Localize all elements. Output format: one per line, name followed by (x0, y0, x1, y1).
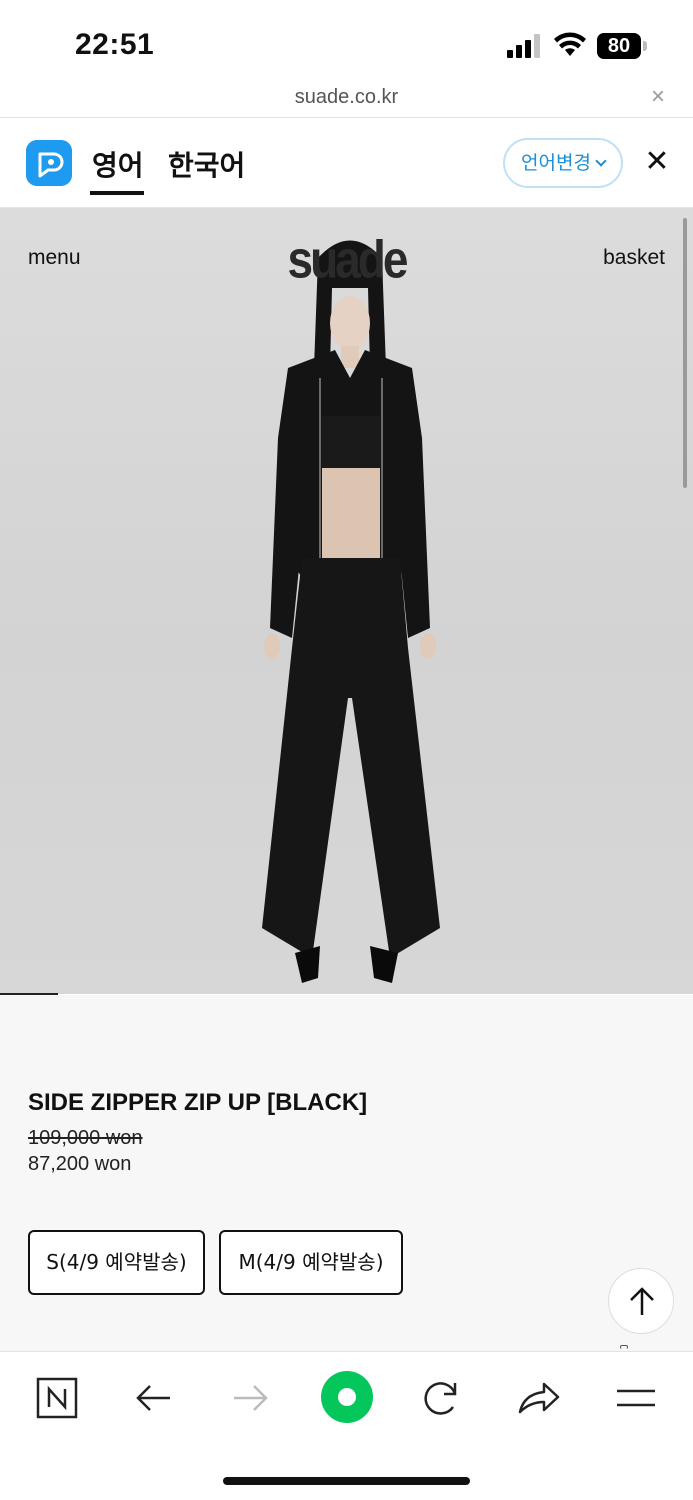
translation-bar: 영어 한국어 언어변경 ✕ (0, 118, 693, 208)
active-tab-indicator (90, 191, 144, 195)
browser-toolbar (0, 1351, 693, 1500)
close-translation-icon[interactable]: ✕ (643, 147, 671, 177)
change-language-button[interactable]: 언어변경 (503, 138, 623, 188)
papago-logo-icon[interactable] (26, 140, 72, 186)
battery-level: 80 (597, 33, 641, 59)
back-arrow-icon[interactable] (126, 1370, 182, 1426)
site-basket-link[interactable]: basket (603, 246, 665, 270)
battery-icon: 80 (597, 33, 647, 59)
green-dot-icon[interactable] (316, 1366, 378, 1428)
url-close-icon[interactable]: × (647, 85, 669, 109)
url-text[interactable]: suade.co.kr (0, 86, 693, 109)
tab-target-language[interactable]: 한국어 (168, 144, 245, 184)
forward-arrow-icon[interactable] (222, 1370, 278, 1426)
cellular-signal-icon (507, 34, 540, 58)
wifi-icon (554, 32, 586, 56)
home-indicator[interactable] (223, 1477, 470, 1485)
original-price: 109,000 won (28, 1127, 143, 1149)
naver-home-icon[interactable] (29, 1370, 85, 1426)
product-info: SIDE ZIPPER ZIP UP [BLACK] 109,000 won 8… (0, 995, 693, 1351)
url-bar[interactable]: suade.co.kr × (0, 84, 693, 118)
arrow-up-icon (630, 1287, 654, 1315)
scroll-to-top-button[interactable] (608, 1268, 674, 1334)
sale-price: 87,200 won (28, 1153, 132, 1175)
change-language-label: 언어변경 (521, 152, 591, 174)
product-image[interactable]: menu suade basket (0, 208, 693, 994)
status-bar: 22:51 80 (0, 0, 693, 84)
tab-source-language[interactable]: 영어 (92, 144, 144, 184)
chevron-down-icon (595, 155, 607, 167)
menu-icon[interactable] (608, 1370, 664, 1426)
page-scrollbar[interactable] (683, 218, 687, 488)
partial-icon (620, 1345, 628, 1349)
product-title: SIDE ZIPPER ZIP UP [BLACK] (28, 1089, 368, 1116)
size-option-m[interactable]: M(4/9 예약발송) (219, 1230, 403, 1295)
reload-icon[interactable] (413, 1370, 469, 1426)
model-photo (262, 240, 440, 983)
size-option-s[interactable]: S(4/9 예약발송) (28, 1230, 205, 1295)
status-time: 22:51 (75, 28, 155, 61)
site-logo[interactable]: suade (0, 228, 693, 290)
share-icon[interactable] (510, 1370, 566, 1426)
